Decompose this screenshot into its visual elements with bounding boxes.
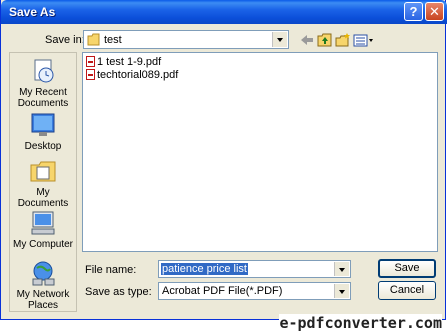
- save-in-dropdown-arrow[interactable]: [272, 32, 287, 47]
- recent-documents-icon: [34, 59, 54, 83]
- file-name-input[interactable]: patience price list: [158, 260, 351, 278]
- watermark-text: e-pdfconverter.com: [279, 314, 442, 332]
- place-label: My Computer: [12, 239, 73, 250]
- place-label: My Recent Documents: [17, 87, 69, 109]
- pdf-file-icon: [86, 56, 95, 67]
- network-places-icon: [32, 261, 55, 286]
- save-as-type-label: Save as type:: [85, 286, 152, 298]
- cancel-button[interactable]: Cancel: [378, 281, 436, 300]
- up-folder-icon[interactable]: [317, 32, 333, 48]
- place-my-documents[interactable]: My Documents: [10, 157, 76, 209]
- save-in-label: Save in:: [45, 34, 85, 46]
- save-as-dialog: Save As ? ✕ Save in: test My Recent Docu…: [0, 0, 447, 320]
- place-label: Desktop: [24, 141, 62, 152]
- my-documents-icon: [30, 161, 56, 182]
- save-as-type-value: Acrobat PDF File(*.PDF): [162, 285, 283, 297]
- window-title: Save As: [9, 5, 56, 19]
- file-item[interactable]: techtorial089.pdf: [86, 69, 178, 82]
- file-list[interactable]: 1 test 1-9.pdf techtorial089.pdf: [82, 52, 438, 252]
- file-name-dropdown-arrow[interactable]: [334, 262, 349, 276]
- save-in-combo[interactable]: test: [83, 30, 289, 49]
- views-menu-icon[interactable]: [353, 32, 375, 48]
- place-label: My Documents: [17, 187, 69, 209]
- folder-icon: [87, 33, 100, 46]
- file-item[interactable]: 1 test 1-9.pdf: [86, 56, 161, 69]
- save-in-value: test: [104, 34, 122, 46]
- new-folder-icon[interactable]: [335, 32, 351, 48]
- file-name: techtorial089.pdf: [97, 69, 179, 81]
- file-name-value: patience price list: [161, 263, 248, 275]
- save-as-type-dropdown-arrow[interactable]: [334, 284, 349, 298]
- close-button[interactable]: ✕: [425, 2, 444, 21]
- pdf-file-icon: [86, 69, 95, 80]
- file-name: 1 test 1-9.pdf: [97, 56, 162, 68]
- back-arrow-icon[interactable]: [299, 32, 315, 48]
- title-bar[interactable]: Save As ? ✕: [1, 0, 447, 24]
- place-my-network-places[interactable]: My Network Places: [10, 259, 76, 311]
- save-as-type-combo[interactable]: Acrobat PDF File(*.PDF): [158, 282, 351, 300]
- place-label: My Network Places: [16, 289, 70, 311]
- my-computer-icon: [31, 211, 55, 235]
- file-name-label: File name:: [85, 264, 137, 276]
- save-button[interactable]: Save: [378, 259, 436, 278]
- place-my-computer[interactable]: My Computer: [10, 209, 76, 250]
- help-button[interactable]: ?: [404, 2, 423, 21]
- places-bar: My Recent Documents Desktop My Documents: [9, 52, 77, 312]
- desktop-icon: [31, 113, 55, 136]
- place-desktop[interactable]: Desktop: [10, 111, 76, 152]
- place-my-recent-documents[interactable]: My Recent Documents: [10, 57, 76, 109]
